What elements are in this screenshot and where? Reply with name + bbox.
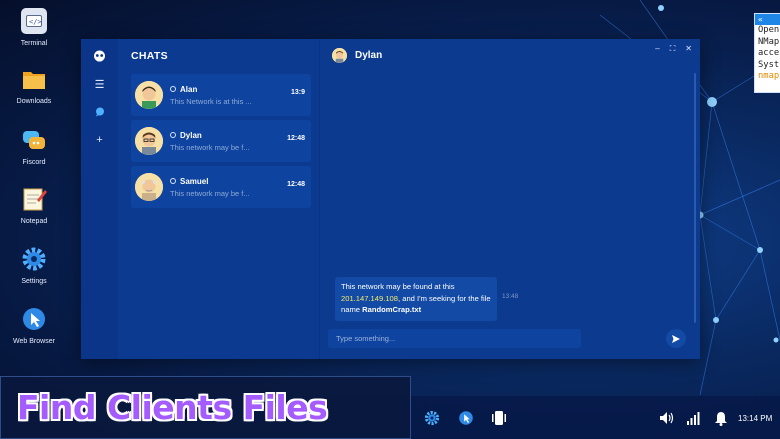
desktop-icon-label: Terminal [20,40,48,47]
message-ip: 201.147.149.108 [341,293,399,303]
chat-time: 12:48 [287,181,305,188]
desktop-icon-notepad[interactable]: Notepad [6,186,62,225]
notification-bell-icon[interactable] [713,410,729,426]
minimize-icon[interactable]: – [655,44,659,54]
desktop-icon-label: Notepad [20,218,48,225]
send-button[interactable] [666,329,686,348]
gear-icon [21,246,47,272]
status-dot [170,132,176,138]
desktop-icon-settings[interactable]: Settings [6,246,62,285]
message-text: This network may be found at this [341,282,455,291]
fiscord-icon [21,127,47,153]
message-bubble: This network may be found at this 201.14… [335,277,497,321]
desktop-icon-terminal[interactable]: </> Terminal [6,8,62,47]
chat-window: ☰ + CHATS Alan This Network is at this .… [81,39,700,359]
taskbar-settings-icon[interactable] [424,410,440,426]
send-icon [672,334,680,343]
taskbar-phone-icon[interactable] [491,410,507,426]
avatar [332,48,347,63]
message-filename: RandomCrap.txt [362,305,422,314]
chat-preview: This network may be f... [170,142,250,152]
chat-item-dylan[interactable]: Dylan This network may be f... 12:48 [131,120,311,162]
desktop-icon-label: Web Browser [13,338,55,345]
chat-time: 12:48 [287,135,305,142]
terminal-line: nmap [758,71,780,82]
conversation-header: Dylan [320,39,700,72]
avatar [135,127,163,155]
chat-preview: This network may be f... [170,188,250,198]
status-dot [170,178,176,184]
terminal-line: Open [758,25,780,35]
terminal-icon: </> [21,8,47,34]
desktop-icon-fiscord[interactable]: Fiscord [6,127,62,166]
conversation-panel: Dylan – ⛶ ✕ This network may be found at… [320,39,700,359]
signal-icon[interactable] [686,410,702,426]
skull-icon[interactable] [92,48,108,64]
chat-time: 13:9 [290,89,305,96]
add-icon[interactable]: + [92,132,108,148]
avatar [135,81,163,109]
conversation-name: Dylan [355,50,383,61]
message-time: 13:48 [502,293,519,300]
taskbar-browser-icon[interactable] [458,410,474,426]
scrollbar[interactable] [694,73,696,323]
desktop-icon-web-browser[interactable]: Web Browser [6,306,62,345]
chat-item-alan[interactable]: Alan This Network is at this ... 13:9 [131,74,311,116]
folder-icon [21,66,47,92]
terminal-line: NMap [758,36,780,47]
notepad-icon [21,186,47,212]
terminal-line: acce [758,48,780,59]
chats-panel: CHATS Alan This Network is at this ... 1… [118,39,320,359]
chat-name: Samuel [180,176,209,186]
taskbar-clock: 13:14 PM [738,414,773,423]
chat-name: Dylan [180,130,202,140]
chats-title: CHATS [131,50,168,62]
window-controls: – ⛶ ✕ [655,44,692,54]
desktop-icon-label: Fiscord [22,159,46,166]
chat-name: Alan [180,84,198,94]
close-icon[interactable]: ✕ [685,44,692,54]
svg-text:</>: </> [29,18,42,26]
desktop-icon-label: Settings [21,278,47,285]
chat-bubble-icon[interactable] [92,104,108,120]
terminal-line: Syst [758,59,780,70]
volume-icon[interactable] [659,410,675,426]
terminal-window[interactable]: « Open NMap acce Syst nmap [754,13,780,93]
banner-text: Find Clients Files [17,388,328,427]
chat-item-samuel[interactable]: Samuel This network may be f... 12:48 [131,166,311,208]
menu-icon[interactable]: ☰ [92,76,108,92]
desktop-icon-label: Downloads [16,98,52,105]
avatar [135,173,163,201]
desktop-icon-downloads[interactable]: Downloads [6,66,62,105]
browser-icon [21,306,47,332]
collapse-icon[interactable]: « [755,14,780,25]
title-banner: Find Clients Files [0,376,411,439]
status-dot [170,86,176,92]
chat-rail: ☰ + [81,39,118,359]
message-input[interactable] [328,329,581,348]
chat-preview: This Network is at this ... [170,96,252,106]
maximize-icon[interactable]: ⛶ [670,44,676,54]
